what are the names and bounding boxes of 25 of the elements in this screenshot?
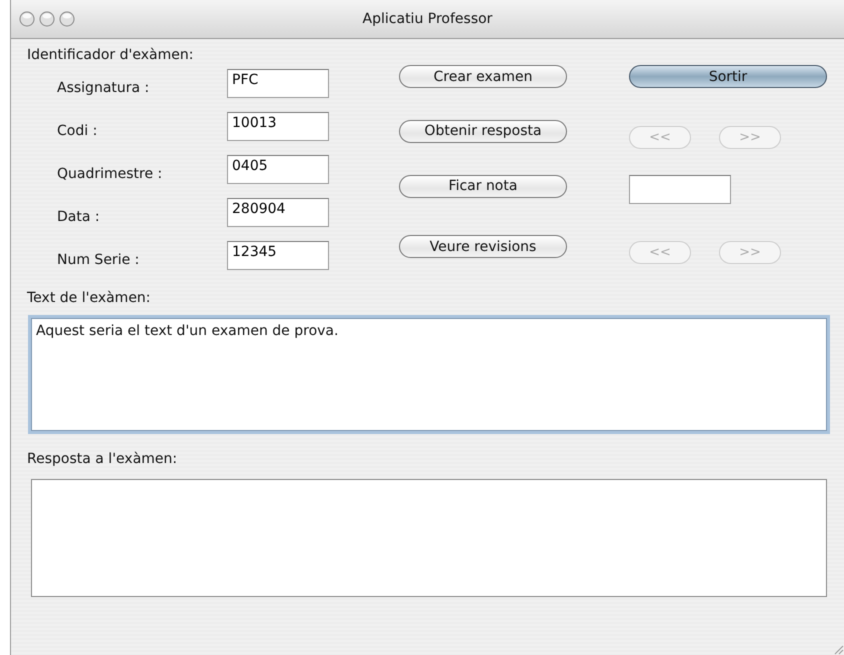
input-field[interactable]: 10013 — [227, 112, 329, 141]
text-area[interactable]: Aquest seria el text d'un examen de prova. — [31, 318, 827, 431]
input-field[interactable]: 12345 — [227, 241, 329, 270]
section-label: Resposta a l'exàmen: — [27, 451, 178, 467]
window-control-icon[interactable] — [19, 11, 35, 27]
window-title: Aplicatiu Professor — [362, 11, 492, 27]
input-field[interactable]: PFC — [227, 69, 329, 98]
field-label: Codi : — [57, 122, 98, 138]
input-field[interactable]: 0405 — [227, 155, 329, 184]
action-button[interactable]: Crear examen — [399, 65, 567, 88]
field-label: Assignatura : — [57, 78, 150, 96]
grade-field[interactable] — [629, 174, 731, 204]
section-label: Identificador d'exàmen: — [27, 47, 194, 63]
window-control-icon[interactable] — [59, 11, 75, 27]
field-label: Num Serie : — [57, 250, 140, 268]
field-label: Quadrimestre : — [57, 164, 164, 182]
window-control-icon[interactable] — [39, 11, 55, 27]
action-button[interactable]: Veure revisions — [399, 235, 567, 258]
action-button[interactable]: Ficar nota — [399, 174, 567, 198]
resize-grip-icon[interactable] — [832, 643, 844, 655]
section-label: Text de l'exàmen: — [27, 290, 152, 306]
exit-button[interactable]: Sortir — [629, 65, 827, 88]
action-button[interactable]: Obtenir resposta — [399, 120, 567, 143]
field-label: Data : — [57, 208, 101, 224]
input-field[interactable]: 280904 — [227, 198, 329, 227]
